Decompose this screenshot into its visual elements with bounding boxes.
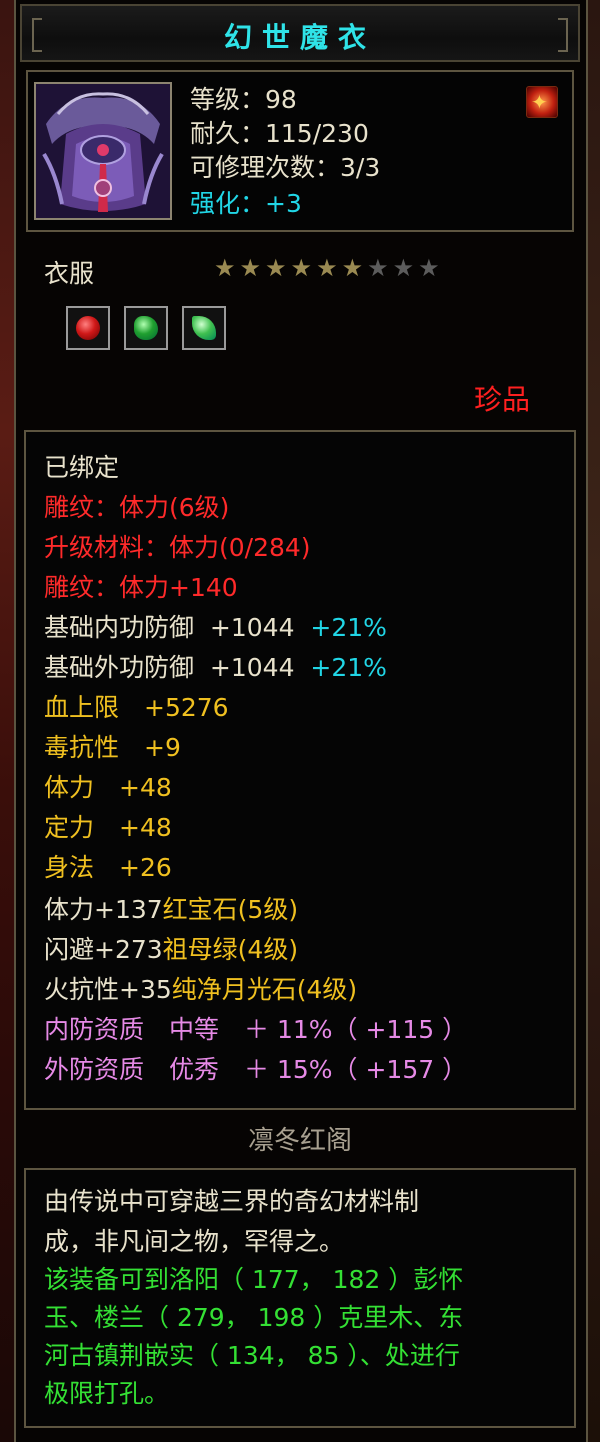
hint-line-3: 河古镇荆嵌实（ 134， 85 ）、处进行 — [44, 1341, 460, 1370]
rarity-label: 珍品 — [474, 383, 531, 416]
hp-limit: 血上限 +5276 — [44, 693, 229, 722]
gem-slots — [66, 306, 226, 350]
star-rating: ★ ★ ★ ★ ★ ★ ★ ★ ★ — [214, 254, 440, 282]
background-left-edge — [0, 0, 14, 1442]
gem-bonus-ruby-stat: 体力+137 — [44, 895, 163, 924]
gem-bonus-ruby: 体力+137红宝石(5级) — [44, 894, 298, 926]
inner-defense: 基础内功防御 +1044 +21% — [44, 612, 387, 644]
gem-bonus-ruby-name: 红宝石(5级) — [162, 895, 299, 924]
star-lit-icon: ★ — [265, 254, 287, 282]
outer-defense-percent: +21% — [310, 653, 387, 682]
bound-status: 已绑定 — [44, 453, 120, 482]
inner-defense-percent: +21% — [310, 613, 387, 642]
outer-quality: 外防资质 优秀 ＋ 15%（ +157 ） — [44, 1055, 468, 1084]
item-name: 幻世魔衣 — [223, 21, 376, 54]
star-lit-icon: ★ — [214, 254, 236, 282]
title-right-ornament — [558, 18, 568, 52]
agility-stat: 身法 +26 — [44, 853, 172, 882]
maker-name: 凛冬红阁 — [247, 1126, 352, 1156]
description-line-2: 成，非凡间之物，罕得之。 — [44, 1227, 345, 1256]
focus-stat: 定力 +48 — [44, 813, 172, 842]
outer-defense-label: 基础外功防御 — [44, 653, 195, 682]
hint-line-2: 玉、楼兰（ 279， 198 ）克里木、东 — [44, 1303, 464, 1332]
item-type: 衣服 — [44, 259, 95, 288]
inner-defense-label: 基础内功防御 — [44, 613, 195, 642]
gem-bonus-emerald: 闪避+273祖母绿(4级) — [44, 934, 298, 966]
outer-defense-value: +1044 — [209, 653, 295, 682]
item-enhance: 强化：+3 — [190, 188, 302, 220]
item-level: 等级：98 — [190, 85, 297, 114]
fire-badge-icon: ✦ — [526, 86, 558, 118]
gem-bonus-moonstone-stat: 火抗性+35 — [44, 975, 172, 1004]
star-empty-icon: ★ — [392, 254, 415, 282]
star-lit-icon: ★ — [316, 254, 338, 282]
title-bar: 幻世魔衣 — [20, 4, 580, 62]
gem-bonus-emerald-stat: 闪避+273 — [44, 935, 163, 964]
gem-bonus-moonstone: 火抗性+35纯净月光石(4级) — [44, 974, 357, 1006]
item-repair-count: 可修理次数：3/3 — [190, 153, 381, 182]
emerald-gem-icon[interactable] — [124, 306, 168, 350]
hint-line-4: 极限打孔。 — [44, 1379, 170, 1408]
jade-gem-icon[interactable] — [182, 306, 226, 350]
description-line-1: 由传说中可穿越三界的奇幻材料制 — [44, 1187, 420, 1216]
engrave-level: 雕纹：体力(6级) — [44, 493, 230, 522]
ruby-gem-icon[interactable] — [66, 306, 110, 350]
gem-bonus-moonstone-name: 纯净月光石(4级) — [171, 975, 358, 1004]
star-empty-icon: ★ — [418, 254, 440, 282]
title-left-ornament — [32, 18, 42, 52]
stamina-stat: 体力 +48 — [44, 773, 172, 802]
upgrade-material: 升级材料：体力(0/284) — [44, 533, 311, 562]
enhance-value: +3 — [265, 189, 302, 218]
hint-line-1: 该装备可到洛阳（ 177， 182 ）彭怀 — [44, 1265, 464, 1294]
background-right-edge — [588, 0, 600, 1442]
enhance-label: 强化： — [190, 189, 266, 218]
inner-defense-value: +1044 — [209, 613, 295, 642]
item-durability: 耐久：115/230 — [190, 119, 369, 148]
star-lit-icon: ★ — [239, 254, 262, 282]
engrave-bonus: 雕纹：体力+140 — [44, 573, 238, 602]
poison-resist: 毒抗性 +9 — [44, 733, 181, 762]
outer-defense: 基础外功防御 +1044 +21% — [44, 652, 387, 684]
inner-quality: 内防资质 中等 ＋ 11%（ +115 ） — [44, 1015, 468, 1044]
star-empty-icon: ★ — [367, 254, 389, 282]
armor-robe-icon — [34, 82, 172, 220]
star-lit-icon: ★ — [290, 254, 313, 282]
star-lit-icon: ★ — [341, 254, 364, 282]
gem-bonus-emerald-name: 祖母绿(4级) — [162, 935, 299, 964]
